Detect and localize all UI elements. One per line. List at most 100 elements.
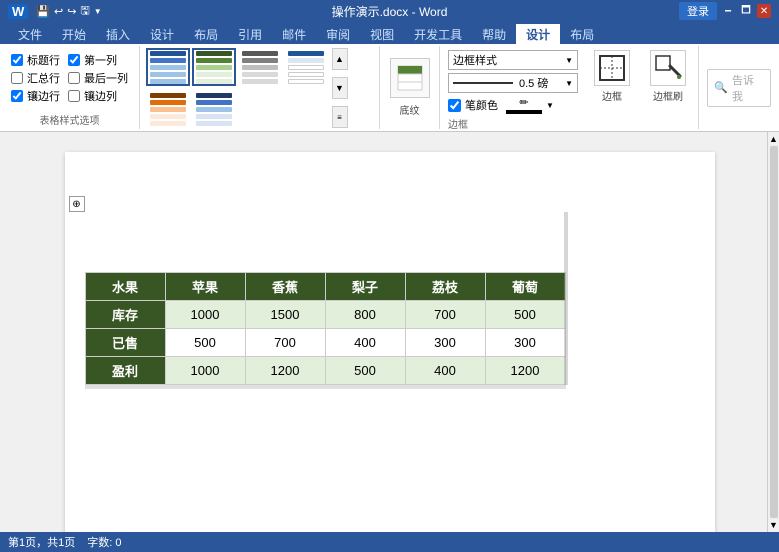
- label-title-row: 标题行: [27, 52, 60, 68]
- table-move-handle[interactable]: ⊕: [69, 196, 85, 212]
- dropdown-icon[interactable]: ▼: [94, 7, 102, 16]
- swatch-line: [150, 114, 186, 119]
- tab-table-layout[interactable]: 布局: [560, 24, 604, 44]
- pen-color-row: 笔颜色 ✏ ▼: [448, 96, 578, 114]
- border-style-select[interactable]: 边框样式 ▼: [448, 50, 578, 70]
- title-bar-right: 登录 🗕 🗖 ✕: [679, 2, 771, 20]
- search-box[interactable]: 🔍 告诉我: [707, 69, 771, 107]
- swatch-line: [150, 65, 186, 70]
- swatch-line: [242, 58, 278, 63]
- print-icon[interactable]: 🖫: [80, 2, 89, 21]
- page-info: 第1页，共1页: [8, 534, 75, 550]
- maximize-button[interactable]: 🗖: [739, 4, 753, 18]
- scroll-up-arrow[interactable]: ▲: [769, 134, 778, 144]
- pen-color-label: 笔颜色: [465, 97, 498, 113]
- tab-design[interactable]: 设计: [140, 24, 184, 44]
- table-styles-group: ▲ ▼ ≡: [140, 46, 380, 129]
- border-brush-label: 边框刷: [653, 88, 683, 103]
- swatch-line: [196, 79, 232, 84]
- thickness-preview: [453, 82, 513, 84]
- cell-profit-pear: 500: [325, 357, 405, 385]
- pen-color-dropdown-icon[interactable]: ▼: [546, 101, 554, 110]
- page: ⊕ 水果 苹果 香蕉 梨子 荔枝 葡萄 库存 1000 1500 800 700…: [65, 152, 715, 532]
- checkbox-banded-row[interactable]: [11, 90, 23, 102]
- data-table: 水果 苹果 香蕉 梨子 荔枝 葡萄 库存 1000 1500 800 700 5…: [85, 272, 566, 385]
- tab-file[interactable]: 文件: [8, 24, 52, 44]
- swatch-line: [242, 51, 278, 56]
- header-cell-lychee: 荔枝: [405, 273, 485, 301]
- table-style-options-group: 标题行 第一列 汇总行 最后一列 镶边行 镶边列 表格样式选项: [0, 46, 140, 129]
- tab-review[interactable]: 审阅: [316, 24, 360, 44]
- border-brush-button[interactable]: 边框刷: [642, 50, 694, 103]
- shading-button[interactable]: 底纹: [390, 58, 430, 117]
- swatch-line: [288, 65, 324, 70]
- swatch-line: [242, 79, 278, 84]
- login-button[interactable]: 登录: [679, 2, 717, 20]
- pen-icon: ✏: [519, 96, 528, 109]
- border-thickness-select[interactable]: 0.5 磅 ▼: [448, 73, 578, 93]
- checkbox-row-banded: 镶边行 镶边列: [11, 88, 128, 104]
- scroll-up-button[interactable]: ▲: [332, 48, 348, 70]
- save-icon[interactable]: 💾: [36, 5, 50, 18]
- cell-sold-grape: 300: [485, 329, 565, 357]
- tab-layout[interactable]: 布局: [184, 24, 228, 44]
- scroll-down-arrow[interactable]: ▼: [769, 520, 778, 530]
- cell-profit-grape: 1200: [485, 357, 565, 385]
- style-swatch-white[interactable]: [284, 48, 328, 86]
- style-swatch-orange[interactable]: [146, 90, 190, 128]
- tab-view[interactable]: 视图: [360, 24, 404, 44]
- status-bar: 第1页，共1页 字数: 0: [0, 532, 779, 552]
- tab-developer[interactable]: 开发工具: [404, 24, 472, 44]
- minimize-button[interactable]: 🗕: [721, 4, 735, 18]
- table-bottom-resize-handle[interactable]: [85, 385, 566, 389]
- scrollbar-vertical[interactable]: ▲ ▼: [767, 132, 779, 532]
- swatch-line: [150, 93, 186, 98]
- borders-label: 边框: [602, 88, 622, 103]
- cell-stock-pear: 800: [325, 301, 405, 329]
- swatch-line: [196, 58, 232, 63]
- undo-icon[interactable]: ↩: [54, 5, 63, 18]
- style-swatch-blue2[interactable]: [192, 90, 236, 128]
- border-style-label: 边框样式: [453, 52, 497, 68]
- pen-color-swatch: [506, 110, 542, 114]
- label-banded-row: 镶边行: [27, 88, 60, 104]
- close-button[interactable]: ✕: [757, 4, 771, 18]
- checkbox-title-row[interactable]: [11, 54, 23, 66]
- checkbox-last-col[interactable]: [68, 72, 80, 84]
- header-cell-apple: 苹果: [165, 273, 245, 301]
- more-styles-button[interactable]: ≡: [332, 106, 348, 128]
- border-style-row: 边框样式 ▼: [448, 50, 578, 70]
- shading-label: 底纹: [400, 102, 420, 117]
- swatch-line: [150, 72, 186, 77]
- scroll-down-button[interactable]: ▼: [332, 77, 348, 99]
- table-row-sold: 已售 500 700 400 300 300: [85, 329, 565, 357]
- tab-references[interactable]: 引用: [228, 24, 272, 44]
- style-swatch-green[interactable]: [192, 48, 236, 86]
- tab-table-design[interactable]: 设计: [516, 24, 560, 44]
- border-style-column: 边框样式 ▼ 0.5 磅 ▼ 笔颜色 ✏: [448, 50, 578, 114]
- borders-button[interactable]: 边框: [586, 50, 638, 103]
- checkbox-banded-col[interactable]: [68, 90, 80, 102]
- style-grid: ▲ ▼ ≡: [146, 48, 374, 130]
- checkbox-total-row[interactable]: [11, 72, 23, 84]
- pen-color-picker[interactable]: ✏: [506, 96, 542, 114]
- style-swatch-gray[interactable]: [238, 48, 282, 86]
- border-group-label: 边框: [448, 116, 468, 131]
- tab-help[interactable]: 帮助: [472, 24, 516, 44]
- table-row-profit: 盈利 1000 1200 500 400 1200: [85, 357, 565, 385]
- tab-home[interactable]: 开始: [52, 24, 96, 44]
- tab-insert[interactable]: 插入: [96, 24, 140, 44]
- style-swatch-blue[interactable]: [146, 48, 190, 86]
- swatch-line: [150, 107, 186, 112]
- checkbox-first-col[interactable]: [68, 54, 80, 66]
- table-right-resize-handle[interactable]: [564, 212, 568, 385]
- redo-icon[interactable]: ↪: [67, 5, 76, 18]
- ribbon-tab-bar: 文件 开始 插入 设计 布局 引用 邮件 审阅 视图 开发工具 帮助 设计 布局: [0, 22, 779, 44]
- cell-stock-apple: 1000: [165, 301, 245, 329]
- tab-mail[interactable]: 邮件: [272, 24, 316, 44]
- scroll-thumb[interactable]: [770, 146, 778, 518]
- label-total-row: 汇总行: [27, 70, 60, 86]
- header-cell-grape: 葡萄: [485, 273, 565, 301]
- checkbox-pen-color[interactable]: [448, 99, 461, 112]
- table-style-options-label: 表格样式选项: [40, 112, 100, 127]
